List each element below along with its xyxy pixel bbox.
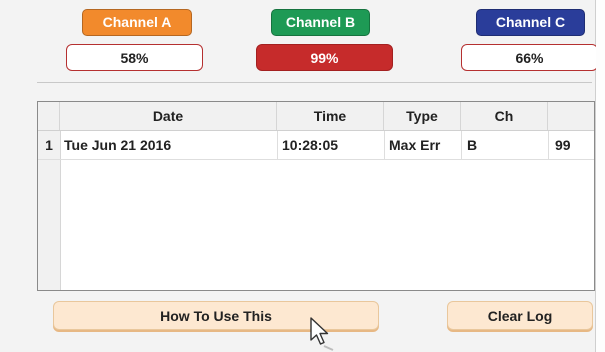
channel-b-value: 99% bbox=[256, 44, 393, 71]
grid-line bbox=[384, 131, 385, 159]
corner-cell bbox=[38, 102, 60, 130]
mouse-pointer-icon bbox=[310, 317, 334, 351]
column-header-ch[interactable]: Ch bbox=[461, 102, 548, 130]
divider bbox=[37, 82, 592, 83]
grid-line bbox=[461, 131, 462, 159]
cell-date[interactable]: Tue Jun 21 2016 bbox=[64, 131, 274, 159]
cell-time[interactable]: 10:28:05 bbox=[282, 131, 382, 159]
row-divider bbox=[38, 159, 594, 160]
channel-c-value: 66% bbox=[461, 44, 598, 71]
column-header-type[interactable]: Type bbox=[384, 102, 461, 130]
column-header-time[interactable]: Time bbox=[277, 102, 384, 130]
cell-type[interactable]: Max Err bbox=[389, 131, 459, 159]
column-header-extra bbox=[548, 102, 594, 130]
clear-log-button[interactable]: Clear Log bbox=[447, 301, 593, 330]
row-index: 1 bbox=[45, 137, 53, 153]
monitor-panel: Channel A Channel B Channel C 58% 99% 66… bbox=[0, 0, 598, 352]
cell-ch[interactable]: B bbox=[467, 131, 537, 159]
channel-a-value: 58% bbox=[66, 44, 203, 71]
grid-line bbox=[548, 131, 549, 159]
window-edge bbox=[596, 0, 605, 352]
channel-a-badge: Channel A bbox=[82, 9, 192, 36]
cell-value[interactable]: 99 bbox=[555, 131, 594, 159]
log-table[interactable]: Date Time Type Ch 1 Tue Jun 21 2016 10:2… bbox=[37, 101, 595, 291]
column-header-date[interactable]: Date bbox=[60, 102, 277, 130]
channel-b-badge: Channel B bbox=[271, 9, 370, 36]
grid-line bbox=[277, 131, 278, 159]
channel-c-badge: Channel C bbox=[476, 9, 585, 36]
